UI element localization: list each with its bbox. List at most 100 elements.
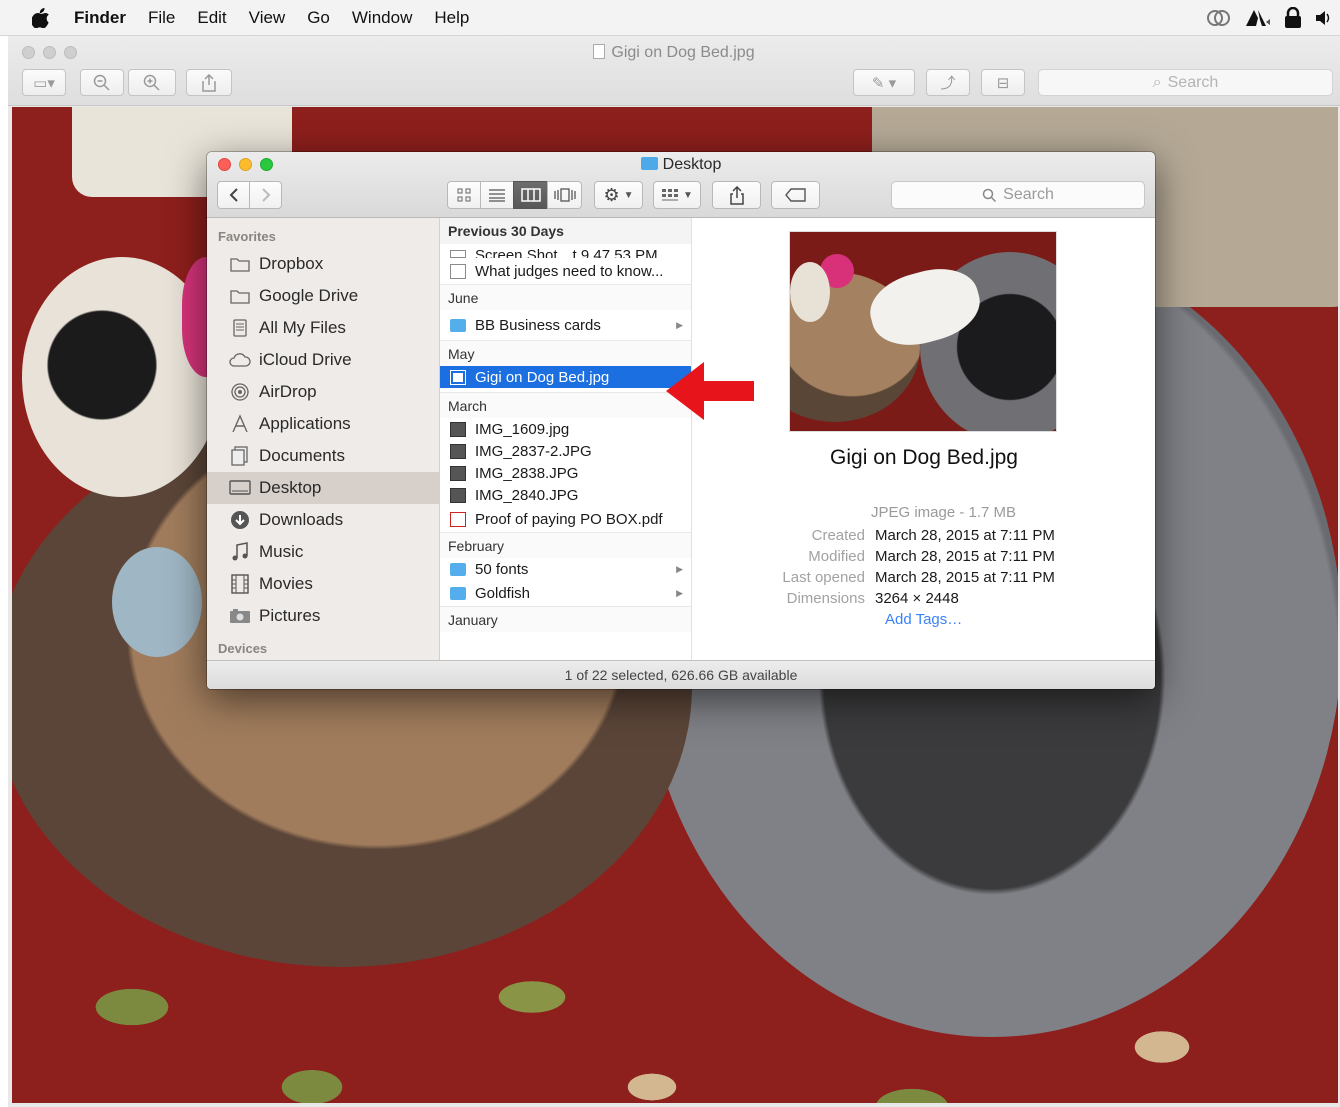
image-file-icon bbox=[450, 465, 466, 481]
menu-go[interactable]: Go bbox=[307, 8, 330, 28]
toolbox-icon: ⊟ bbox=[996, 74, 1010, 92]
gear-icon: ⚙ bbox=[603, 184, 620, 205]
sidebar-toggle-button[interactable]: ▭▾ bbox=[22, 69, 66, 96]
file-row-img-2838[interactable]: IMG_2838.JPG bbox=[440, 462, 691, 484]
rotate-button[interactable]: ⤴ bbox=[926, 69, 970, 96]
pictures-icon bbox=[229, 606, 251, 626]
movies-icon bbox=[229, 574, 251, 594]
pdf-file-icon bbox=[450, 511, 466, 527]
sidebar-item-icloud-drive[interactable]: iCloud Drive bbox=[207, 344, 439, 376]
image-file-icon bbox=[593, 44, 606, 59]
meta-row-last-opened: Last opened March 28, 2015 at 7:11 PM bbox=[782, 569, 1055, 586]
finder-search-field[interactable]: Search bbox=[891, 181, 1145, 209]
apple-icon[interactable] bbox=[32, 7, 50, 28]
sidebar-item-downloads[interactable]: Downloads bbox=[207, 504, 439, 536]
folder-icon bbox=[229, 286, 251, 306]
tags-button[interactable] bbox=[771, 181, 820, 209]
search-icon: ⌕ bbox=[1152, 73, 1162, 91]
sidebar-item-all-my-files[interactable]: All My Files bbox=[207, 312, 439, 344]
menu-bar: Finder File Edit View Go Window Help bbox=[0, 0, 1340, 36]
red-arrow-annotation bbox=[666, 362, 754, 420]
folder-row-bb-business-cards[interactable]: BB Business cards ▶ bbox=[440, 310, 691, 340]
list-view-button[interactable] bbox=[480, 181, 514, 209]
grid-icon bbox=[457, 188, 471, 202]
disclosure-arrow-icon: ▶ bbox=[676, 587, 683, 598]
sidebar-item-dropbox[interactable]: Dropbox bbox=[207, 248, 439, 280]
file-row-img-1609[interactable]: IMG_1609.jpg bbox=[440, 418, 691, 440]
downloads-icon bbox=[229, 510, 251, 530]
sidebar-icon: ▭▾ bbox=[33, 74, 55, 92]
menu-help[interactable]: Help bbox=[434, 8, 469, 28]
file-row-what-judges[interactable]: What judges need to know... bbox=[440, 258, 691, 284]
preview-window-title: Gigi on Dog Bed.jpg bbox=[8, 44, 1340, 62]
music-icon bbox=[229, 542, 251, 562]
disclosure-arrow-icon: ▶ bbox=[676, 319, 683, 330]
folder-row-50-fonts[interactable]: 50 fonts ▶ bbox=[440, 558, 691, 580]
list-icon bbox=[489, 189, 505, 202]
menu-file[interactable]: File bbox=[148, 8, 175, 28]
preview-file-kind: JPEG image - 1.7 MB bbox=[871, 504, 1017, 521]
file-row-img-2840[interactable]: IMG_2840.JPG bbox=[440, 484, 691, 506]
add-tags-link[interactable]: Add Tags… bbox=[885, 611, 962, 628]
all-files-icon bbox=[229, 318, 251, 338]
preview-pane: Gigi on Dog Bed.jpg JPEG image - 1.7 MB … bbox=[693, 218, 1155, 660]
finder-toolbar: Desktop ⚙ ▼ ▼ Search bbox=[207, 152, 1155, 218]
arrange-button[interactable]: ▼ bbox=[653, 181, 701, 209]
finder-share-button[interactable] bbox=[712, 181, 761, 209]
file-row-gigi-on-dog-bed[interactable]: Gigi on Dog Bed.jpg bbox=[440, 366, 691, 388]
chevron-down-icon: ▼ bbox=[623, 189, 634, 201]
cover-flow-icon bbox=[553, 188, 576, 202]
lock-icon[interactable] bbox=[1284, 7, 1302, 29]
zoom-in-icon bbox=[143, 74, 160, 91]
sidebar-item-pictures[interactable]: Pictures bbox=[207, 600, 439, 632]
disclosure-arrow-icon: ▶ bbox=[676, 563, 683, 574]
image-file-icon bbox=[450, 250, 466, 258]
back-button[interactable] bbox=[217, 181, 250, 209]
forward-button[interactable] bbox=[249, 181, 282, 209]
menu-window[interactable]: Window bbox=[352, 8, 412, 28]
share-icon bbox=[729, 185, 744, 205]
file-row-proof-of-paying[interactable]: Proof of paying PO BOX.pdf bbox=[440, 506, 691, 532]
preview-file-name: Gigi on Dog Bed.jpg bbox=[830, 446, 1018, 469]
eye-icon[interactable] bbox=[1206, 9, 1232, 27]
menu-finder[interactable]: Finder bbox=[74, 8, 126, 28]
preview-metadata: Created March 28, 2015 at 7:11 PM Modifi… bbox=[753, 527, 1133, 611]
sidebar-item-applications[interactable]: Applications bbox=[207, 408, 439, 440]
sidebar-item-airdrop[interactable]: AirDrop bbox=[207, 376, 439, 408]
preview-toolbar: Gigi on Dog Bed.jpg ▭▾ ✎ ▾ ⤴ ⊟ ⌕ Search bbox=[8, 36, 1340, 106]
sidebar-item-documents[interactable]: Documents bbox=[207, 440, 439, 472]
folder-icon bbox=[450, 562, 466, 576]
meta-row-created: Created March 28, 2015 at 7:11 PM bbox=[811, 527, 1055, 544]
zoom-out-button[interactable] bbox=[80, 69, 124, 96]
volume-icon[interactable] bbox=[1314, 9, 1332, 27]
applications-icon bbox=[229, 414, 251, 434]
adobe-icon[interactable] bbox=[1244, 8, 1272, 28]
column-view-button[interactable] bbox=[513, 181, 548, 209]
icon-view-button[interactable] bbox=[447, 181, 481, 209]
action-menu-button[interactable]: ⚙ ▼ bbox=[594, 181, 643, 209]
sidebar-item-movies[interactable]: Movies bbox=[207, 568, 439, 600]
file-row-img-2837[interactable]: IMG_2837-2.JPG bbox=[440, 440, 691, 462]
menu-edit[interactable]: Edit bbox=[197, 8, 226, 28]
sidebar-item-desktop[interactable]: Desktop bbox=[207, 472, 439, 504]
meta-row-modified: Modified March 28, 2015 at 7:11 PM bbox=[808, 548, 1055, 565]
zoom-in-button[interactable] bbox=[128, 69, 176, 96]
preview-search-field[interactable]: ⌕ Search bbox=[1038, 69, 1333, 96]
file-column: Previous 30 Days Screen Shot…t 9.47.53 P… bbox=[440, 218, 692, 660]
group-february: February bbox=[440, 532, 691, 558]
file-row-screenshot[interactable]: Screen Shot…t 9.47.53 PM bbox=[440, 244, 691, 258]
toolbox-button[interactable]: ⊟ bbox=[981, 69, 1025, 96]
arrange-icon bbox=[662, 189, 679, 201]
desktop-icon bbox=[229, 478, 251, 498]
group-previous-30-days: Previous 30 Days bbox=[440, 218, 691, 244]
cover-flow-button[interactable] bbox=[547, 181, 582, 209]
folder-icon bbox=[450, 318, 466, 332]
sidebar-item-music[interactable]: Music bbox=[207, 536, 439, 568]
markup-button[interactable]: ✎ ▾ bbox=[853, 69, 915, 96]
chevron-right-icon bbox=[261, 188, 270, 202]
menu-view[interactable]: View bbox=[249, 8, 286, 28]
folder-row-goldfish[interactable]: Goldfish ▶ bbox=[440, 580, 691, 606]
share-button[interactable] bbox=[186, 69, 232, 96]
sidebar-item-google-drive[interactable]: Google Drive bbox=[207, 280, 439, 312]
blue-patch bbox=[112, 547, 202, 657]
